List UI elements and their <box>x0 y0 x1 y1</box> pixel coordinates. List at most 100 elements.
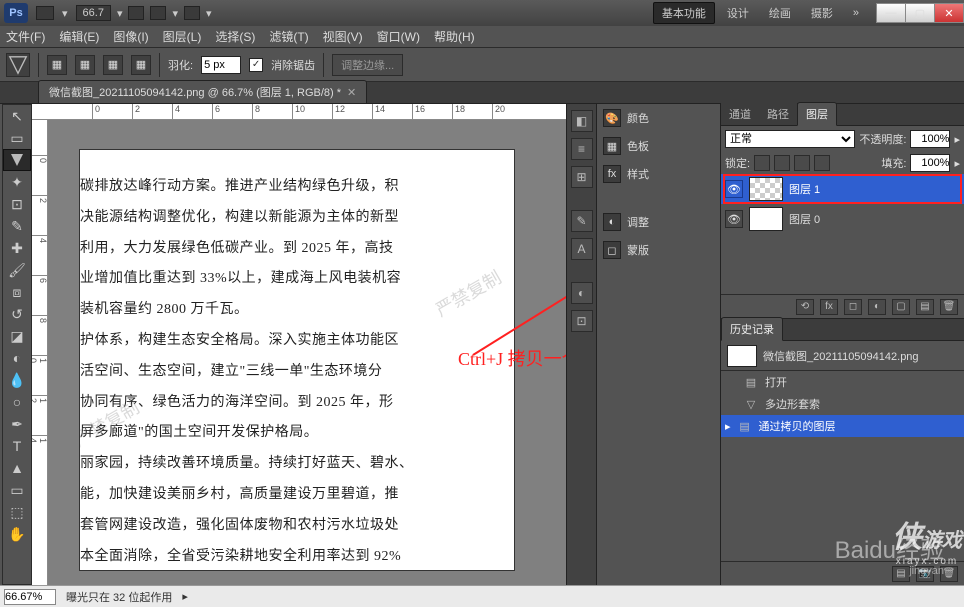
magic-wand-tool[interactable]: ✦ <box>3 171 31 193</box>
selection-new-icon[interactable]: ▦ <box>47 55 67 75</box>
new-layer-icon[interactable]: ▤ <box>916 299 934 315</box>
path-select-tool[interactable]: ▲ <box>3 457 31 479</box>
blend-mode-select[interactable]: 正常 <box>725 130 855 148</box>
dock-icon[interactable]: ≡ <box>571 138 593 160</box>
workspace-design[interactable]: 设计 <box>719 3 757 23</box>
layer-thumbnail[interactable] <box>749 207 783 231</box>
document-tab[interactable]: 微信截图_20211105094142.png @ 66.7% (图层 1, R… <box>38 80 367 103</box>
history-new-doc-icon[interactable]: ▤ <box>892 566 910 582</box>
lock-position-icon[interactable] <box>794 155 810 171</box>
menu-help[interactable]: 帮助(H) <box>434 28 475 45</box>
3d-tool[interactable]: ⬚ <box>3 501 31 523</box>
brush-tool[interactable]: 🖌 <box>3 259 31 281</box>
status-zoom-input[interactable] <box>4 589 56 605</box>
selection-subtract-icon[interactable]: ▦ <box>103 55 123 75</box>
clone-tool[interactable]: ⧈ <box>3 281 31 303</box>
collapsed-panel-style[interactable]: fx样式 <box>597 160 720 188</box>
canvas[interactable]: 碳排放达峰行动方案。推进产业结构绿色升级，积 决能源结构调整优化，构建以新能源为… <box>80 150 514 570</box>
bridge-icon[interactable] <box>36 6 54 20</box>
type-tool[interactable]: T <box>3 435 31 457</box>
menu-image[interactable]: 图像(I) <box>113 28 148 45</box>
link-layers-icon[interactable]: ⟲ <box>796 299 814 315</box>
maximize-button[interactable]: ▢ <box>905 3 935 23</box>
collapsed-panel-adjust[interactable]: ◐调整 <box>597 208 720 236</box>
history-step-icon: ▤ <box>737 418 753 434</box>
dock-icon[interactable]: ⊡ <box>571 310 593 332</box>
eraser-tool[interactable]: ◪ <box>3 325 31 347</box>
history-delete-icon[interactable]: 🗑 <box>940 566 958 582</box>
gradient-tool[interactable]: ◐ <box>3 347 31 369</box>
history-snapshot[interactable]: 微信截图_20211105094142.png <box>721 341 964 371</box>
history-brush-tool[interactable]: ↺ <box>3 303 31 325</box>
menu-view[interactable]: 视图(V) <box>323 28 363 45</box>
menu-layer[interactable]: 图层(L) <box>163 28 202 45</box>
group-icon[interactable]: ▢ <box>892 299 910 315</box>
delete-layer-icon[interactable]: 🗑 <box>940 299 958 315</box>
dock-icon[interactable]: ✎ <box>571 210 593 232</box>
layer-thumbnail[interactable] <box>749 177 783 201</box>
dock-icon[interactable]: A <box>571 238 593 260</box>
hand-icon[interactable] <box>128 6 144 20</box>
selection-add-icon[interactable]: ▦ <box>75 55 95 75</box>
screen-mode-icon[interactable] <box>184 6 200 20</box>
pen-tool[interactable]: ✒ <box>3 413 31 435</box>
opacity-input[interactable] <box>910 130 950 148</box>
history-step[interactable]: ▸▤通过拷贝的图层 <box>721 415 964 437</box>
tool-preset-icon[interactable] <box>6 53 30 77</box>
workspace-more[interactable]: » <box>845 5 867 21</box>
workspace-photo[interactable]: 摄影 <box>803 3 841 23</box>
statusbar: 曝光只在 32 位起作用 ▸ <box>0 585 964 607</box>
lock-transparency-icon[interactable] <box>754 155 770 171</box>
tab-paths[interactable]: 路径 <box>759 103 797 125</box>
collapsed-panel-color[interactable]: 🎨颜色 <box>597 104 720 132</box>
tab-history[interactable]: 历史记录 <box>721 317 783 341</box>
menu-file[interactable]: 文件(F) <box>6 28 45 45</box>
right-panels: ◧ ≡ ⊞ ✎ A ◐ ⊡ 🎨颜色 ▦色板 fx样式 ◐调整 ◻蒙版 通道 路径… <box>566 104 964 585</box>
layer-row[interactable]: 👁 图层 0 <box>721 204 964 234</box>
layer-fx-icon[interactable]: fx <box>820 299 838 315</box>
blur-tool[interactable]: 💧 <box>3 369 31 391</box>
refine-edge-button[interactable]: 调整边缘... <box>332 54 403 76</box>
crop-tool[interactable]: ⊡ <box>3 193 31 215</box>
workspace-paint[interactable]: 绘画 <box>761 3 799 23</box>
document-close-icon[interactable]: ✕ <box>347 86 356 99</box>
lasso-tool[interactable] <box>3 149 31 171</box>
collapsed-panel-mask[interactable]: ◻蒙版 <box>597 236 720 264</box>
history-step[interactable]: ▽多边形套索 <box>721 393 964 415</box>
history-step[interactable]: ▤打开 <box>721 371 964 393</box>
adjustment-layer-icon[interactable]: ◐ <box>868 299 886 315</box>
antialias-checkbox[interactable]: ✓ <box>249 58 263 72</box>
tab-channels[interactable]: 通道 <box>721 103 759 125</box>
fill-input[interactable] <box>910 154 950 172</box>
workspace-essentials[interactable]: 基本功能 <box>653 2 715 24</box>
move-tool[interactable]: ↖ <box>3 105 31 127</box>
eyedropper-tool[interactable]: ✎ <box>3 215 31 237</box>
marquee-tool[interactable]: ▭ <box>3 127 31 149</box>
healing-tool[interactable]: ✚ <box>3 237 31 259</box>
visibility-icon[interactable]: 👁 <box>725 210 743 228</box>
menu-edit[interactable]: 编辑(E) <box>59 28 99 45</box>
layer-row[interactable]: 👁 图层 1 <box>721 174 964 204</box>
tab-layers[interactable]: 图层 <box>797 102 837 126</box>
menu-select[interactable]: 选择(S) <box>215 28 255 45</box>
lock-all-icon[interactable] <box>814 155 830 171</box>
dock-icon[interactable]: ◧ <box>571 110 593 132</box>
selection-intersect-icon[interactable]: ▦ <box>131 55 151 75</box>
collapsed-panel-swatch[interactable]: ▦色板 <box>597 132 720 160</box>
feather-input[interactable] <box>201 56 241 74</box>
zoom-field[interactable]: 66.7 <box>76 5 111 21</box>
history-snapshot-icon[interactable]: 📷 <box>916 566 934 582</box>
dock-icon[interactable]: ◐ <box>571 282 593 304</box>
grid-icon[interactable] <box>150 6 166 20</box>
close-button[interactable]: ✕ <box>934 3 964 23</box>
minimize-button[interactable]: — <box>876 3 906 23</box>
layer-mask-icon[interactable]: ◻ <box>844 299 862 315</box>
visibility-icon[interactable]: 👁 <box>725 180 743 198</box>
hand-tool[interactable]: ✋ <box>3 523 31 545</box>
lock-pixels-icon[interactable] <box>774 155 790 171</box>
shape-tool[interactable]: ▭ <box>3 479 31 501</box>
menu-filter[interactable]: 滤镜(T) <box>269 28 308 45</box>
dodge-tool[interactable]: ○ <box>3 391 31 413</box>
dock-icon[interactable]: ⊞ <box>571 166 593 188</box>
menu-window[interactable]: 窗口(W) <box>377 28 420 45</box>
